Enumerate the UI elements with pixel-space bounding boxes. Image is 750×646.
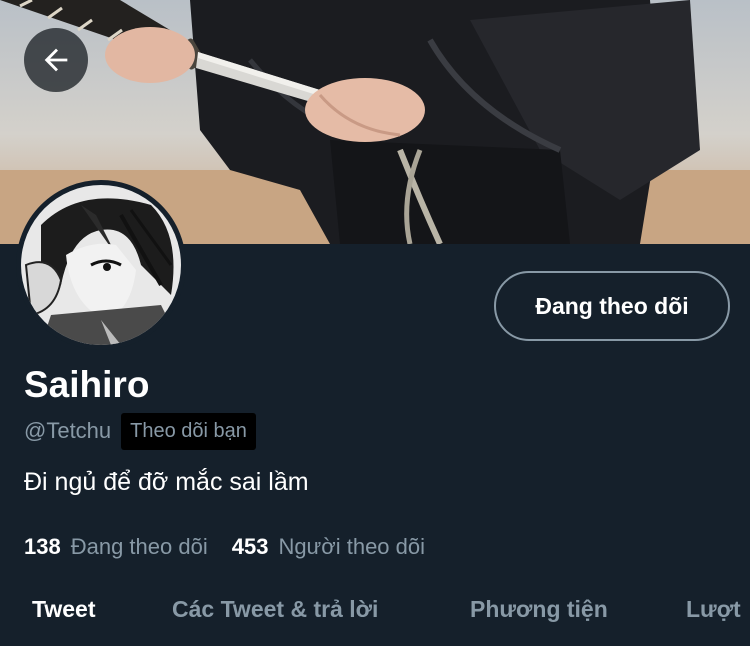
profile-bio: Đi ngủ để đỡ mắc sai lầm <box>24 468 309 496</box>
avatar-illustration <box>21 185 181 345</box>
follows-you-badge: Theo dõi bạn <box>121 412 256 450</box>
following-button[interactable]: Đang theo dõi <box>494 271 730 341</box>
display-name: Saihiro <box>24 364 150 405</box>
profile-page: Đang theo dõi Saihiro @Tetchu Theo dõi b… <box>0 0 750 646</box>
following-count: 138 <box>24 534 61 559</box>
tab-tweets[interactable]: Tweet <box>32 596 95 623</box>
followers-count: 453 <box>231 534 269 559</box>
followers-label: Người theo dõi <box>278 534 426 559</box>
tab-likes[interactable]: Lượt <box>686 596 741 623</box>
following-stat-link[interactable]: 138 Đang theo dõi <box>24 534 208 560</box>
profile-avatar[interactable] <box>16 180 186 350</box>
tab-tweets-and-replies[interactable]: Các Tweet & trả lời <box>172 596 378 623</box>
tab-media[interactable]: Phương tiện <box>470 596 608 623</box>
following-label: Đang theo dõi <box>70 534 208 559</box>
follow-stats: 138 Đang theo dõi 453 Người theo dõi <box>24 534 425 560</box>
arrow-left-icon <box>44 48 68 72</box>
followers-stat-link[interactable]: 453 Người theo dõi <box>232 534 425 560</box>
profile-tabs: Tweet Các Tweet & trả lời Phương tiện Lư… <box>0 586 750 646</box>
username-handle: @Tetchu <box>24 418 112 443</box>
back-button[interactable] <box>24 28 88 92</box>
handle-row: @Tetchu Theo dõi bạn <box>24 410 256 452</box>
